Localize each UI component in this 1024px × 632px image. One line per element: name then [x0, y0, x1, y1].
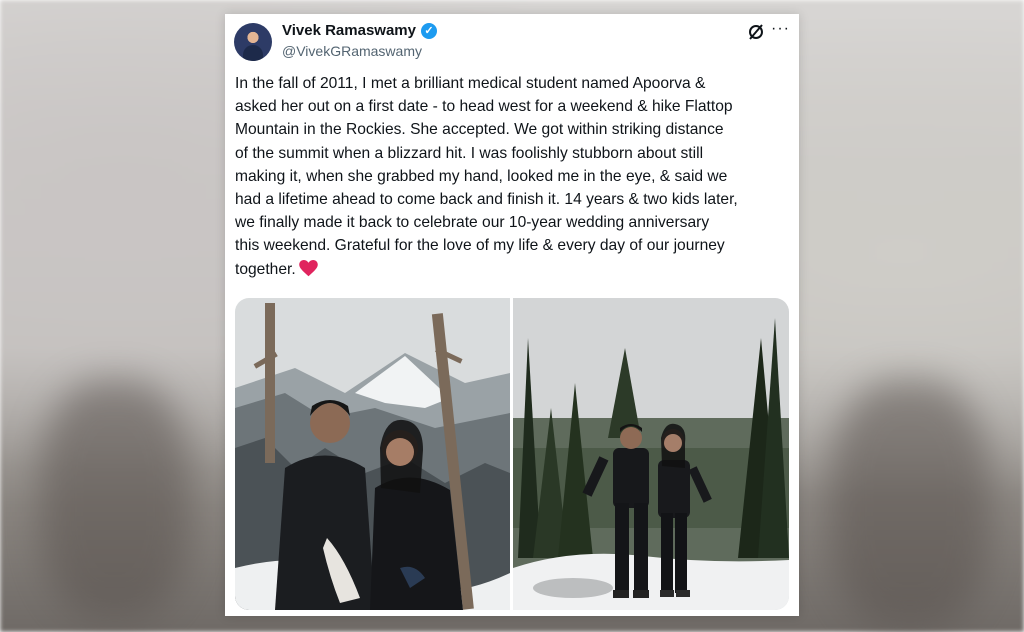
snowy-mountain-scene: [235, 298, 510, 610]
couple-forest-overlook-photo[interactable]: [513, 298, 789, 610]
tweet-media[interactable]: [235, 298, 789, 610]
red-heart-icon: [298, 259, 318, 276]
author-avatar[interactable]: [234, 23, 272, 61]
author-handle[interactable]: @VivekGRamaswamy: [282, 43, 422, 59]
tweet-body: In the fall of 2011, I met a brilliant m…: [235, 75, 738, 278]
forest-overlook-scene: [513, 298, 789, 610]
author-name-row: Vivek Ramaswamy ✓: [282, 22, 437, 39]
more-icon[interactable]: ···: [771, 20, 790, 38]
background-blur-figure-left: [40, 380, 190, 620]
verified-badge-icon: ✓: [420, 22, 437, 39]
author-display-name[interactable]: Vivek Ramaswamy: [282, 22, 416, 39]
grok-icon[interactable]: [747, 23, 765, 41]
tweet-card[interactable]: Vivek Ramaswamy ✓ @VivekGRamaswamy ··· I…: [225, 14, 799, 616]
tweet-text: In the fall of 2011, I met a brilliant m…: [235, 72, 791, 281]
couple-snowy-mountain-photo[interactable]: [235, 298, 510, 610]
background-blur-figure-right: [830, 380, 990, 630]
